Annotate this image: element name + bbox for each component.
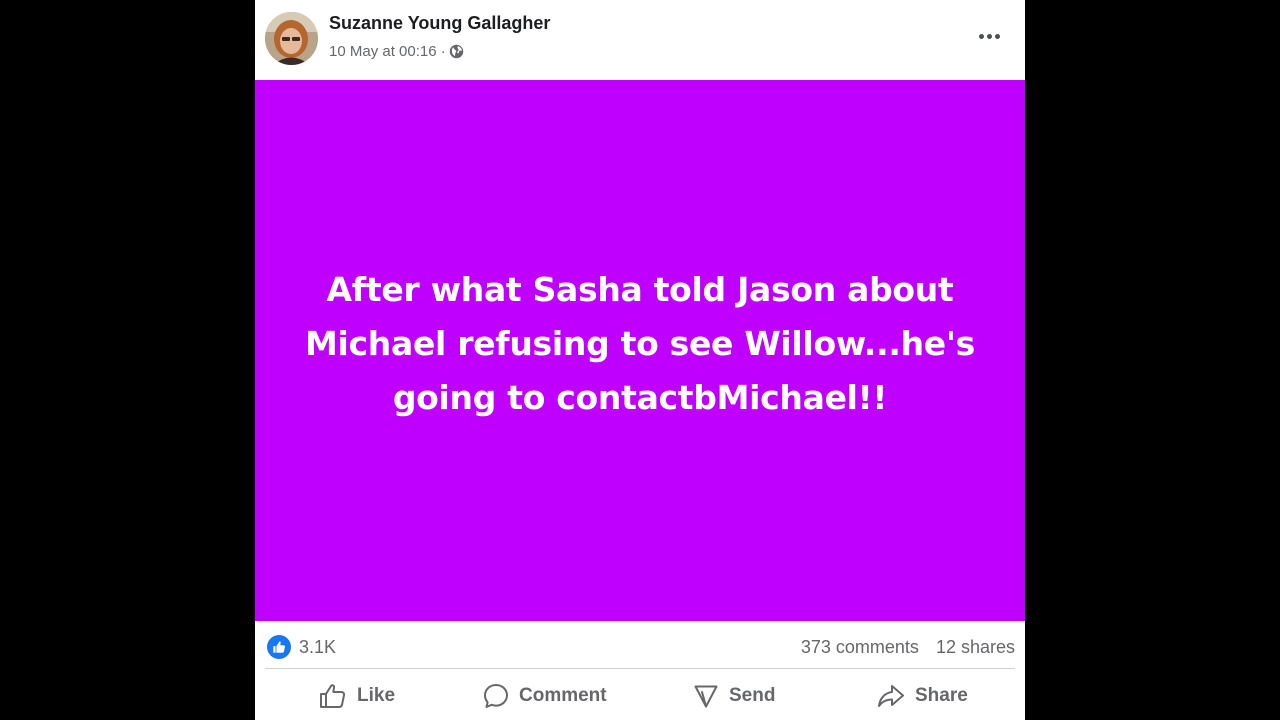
share-button[interactable]: Share: [877, 672, 968, 720]
send-button-label: Send: [729, 685, 776, 706]
engagement-stats: 373 comments 12 shares: [801, 637, 1015, 658]
thumbs-up-glyph: [273, 641, 286, 653]
send-icon: [694, 685, 718, 708]
meta-separator: ·: [440, 43, 446, 60]
share-arrow-icon: [878, 685, 904, 707]
post-card: Suzanne Young Gallagher 10 May at 00:16 …: [255, 0, 1025, 720]
more-options-button[interactable]: [973, 22, 1005, 50]
share-button-label: Share: [915, 685, 968, 706]
like-button-label: Like: [357, 685, 396, 706]
post-header: Suzanne Young Gallagher 10 May at 00:16 …: [255, 0, 1025, 80]
share-count[interactable]: 12 shares: [936, 637, 1015, 658]
like-icon[interactable]: [267, 635, 291, 659]
post-timestamp[interactable]: 10 May at 00:16: [329, 43, 437, 60]
divider: [265, 668, 1015, 669]
thumbs-up-icon: [320, 684, 346, 708]
author-name[interactable]: Suzanne Young Gallagher: [329, 13, 550, 34]
globe-icon: [449, 44, 463, 59]
avatar-image: [265, 12, 318, 65]
status-background: After what Sasha told Jason about Michae…: [255, 80, 1025, 621]
action-bar: Like Comment Send Share: [255, 672, 1025, 720]
more-dot: [994, 33, 1000, 39]
comment-button[interactable]: Comment: [483, 672, 607, 720]
reactions-row: 3.1K 373 comments 12 shares: [267, 633, 1015, 661]
comment-count[interactable]: 373 comments: [801, 637, 919, 658]
comment-icon: [484, 684, 508, 708]
avatar[interactable]: [265, 12, 318, 65]
more-dot: [978, 33, 984, 39]
send-button[interactable]: Send: [693, 672, 775, 720]
like-button[interactable]: Like: [319, 672, 395, 720]
reaction-count[interactable]: 3.1K: [299, 637, 336, 658]
post-meta: 10 May at 00:16 ·: [329, 43, 464, 60]
status-text: After what Sasha told Jason about Michae…: [304, 269, 976, 417]
more-dot: [986, 33, 992, 39]
comment-button-label: Comment: [519, 685, 607, 706]
